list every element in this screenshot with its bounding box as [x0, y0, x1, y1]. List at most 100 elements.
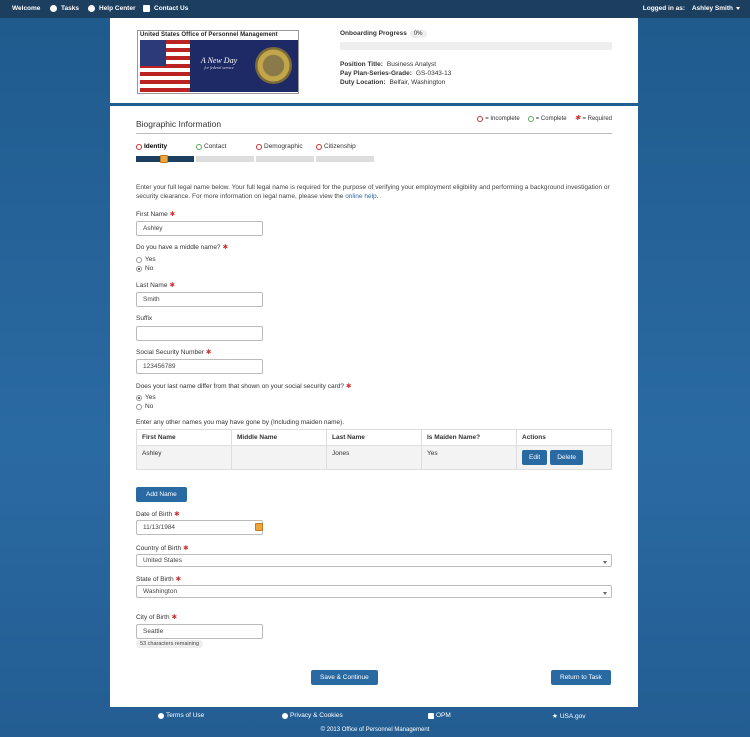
ssn-diff-no-radio[interactable]: No: [136, 403, 153, 410]
table-row: Ashley Jones Yes Edit Delete: [136, 445, 612, 470]
dob-input[interactable]: 11/13/1984: [136, 520, 263, 535]
user-name: Ashley Smith: [691, 5, 733, 12]
chevron-down-icon: [603, 592, 607, 595]
cell-first-name: Ashley: [136, 445, 232, 470]
footer-privacy-label: Privacy & Cookies: [290, 712, 343, 719]
ssn-diff-yes-radio[interactable]: Yes: [136, 394, 156, 401]
footer-terms-label: Terms of Use: [166, 712, 205, 719]
col-first-name: First Name: [136, 429, 232, 446]
dob-label: Date of Birth ✱: [136, 510, 180, 518]
cell-actions: Edit Delete: [516, 445, 612, 470]
tab-identity[interactable]: Identity: [136, 143, 196, 150]
nav-welcome[interactable]: Welcome: [12, 5, 40, 12]
progress-badge: 0%: [409, 30, 427, 38]
step-progress-bar: [136, 155, 374, 163]
suffix-input[interactable]: [136, 326, 263, 341]
tasks-icon: [50, 5, 57, 12]
save-continue-button[interactable]: Save & Continue: [311, 670, 378, 685]
nav-contact-us[interactable]: Contact Us: [143, 5, 188, 12]
required-icon: ✱: [174, 511, 180, 518]
first-name-label-text: First Name: [136, 211, 168, 218]
middle-name-no-radio[interactable]: No: [136, 265, 153, 272]
step-tabs: Identity Contact Demographic Citizenship: [136, 143, 376, 150]
city-label-text: City of Birth: [136, 614, 170, 621]
state-label: State of Birth ✱: [136, 575, 181, 583]
cell-middle-name: [231, 445, 327, 470]
nav-help-center[interactable]: Help Center: [88, 5, 135, 12]
nav-tasks[interactable]: Tasks: [50, 5, 79, 12]
radio-selected-icon: [136, 394, 142, 401]
legend-incomplete: = Incomplete: [477, 115, 520, 122]
other-names-table: First Name Middle Name Last Name Is Maid…: [136, 429, 612, 470]
logo-subtag: for federal service: [204, 65, 234, 70]
incomplete-icon: [136, 143, 142, 150]
required-icon: ✱: [345, 383, 352, 390]
building-icon: [428, 712, 434, 719]
flag-image: [140, 40, 190, 92]
tab-citizenship[interactable]: Citizenship: [316, 143, 376, 150]
duty-location-value: Belfair, Washington: [389, 79, 446, 86]
required-icon: ✱: [574, 115, 581, 122]
chevron-down-icon: [603, 561, 607, 564]
footer-opm-link[interactable]: OPM: [428, 712, 451, 719]
section-title: Biographic Information: [136, 119, 222, 129]
incomplete-icon: [256, 143, 262, 150]
divider: [136, 133, 612, 134]
online-help-link[interactable]: online help: [345, 193, 376, 200]
radio-no-label: No: [145, 265, 154, 272]
footer-usa-link[interactable]: ★ USA.gov: [552, 712, 586, 721]
col-last-name: Last Name: [326, 429, 422, 446]
dob-label-text: Date of Birth: [136, 511, 173, 518]
last-name-input[interactable]: Smith: [136, 292, 263, 307]
nav-help-label: Help Center: [99, 5, 136, 12]
other-names-label: Enter any other names you may have gone …: [136, 419, 345, 426]
ssn-label: Social Security Number ✱: [136, 348, 211, 356]
required-icon: ✱: [183, 545, 189, 552]
radio-yes-label: Yes: [145, 256, 156, 263]
complete-icon: [527, 115, 534, 122]
step-segment: [256, 156, 314, 162]
delete-button[interactable]: Delete: [550, 450, 583, 465]
seal-image: [248, 40, 298, 92]
tab-identity-label: Identity: [144, 143, 168, 150]
col-middle-name: Middle Name: [231, 429, 327, 446]
step-segment: [316, 156, 374, 162]
footer-privacy-link[interactable]: Privacy & Cookies: [282, 712, 343, 719]
ssn-label-text: Social Security Number: [136, 349, 204, 356]
step-segment: [196, 156, 254, 162]
footer-usa-label: USA.gov: [559, 712, 586, 720]
logo-tagline-panel: A New Day for federal service: [190, 40, 248, 92]
col-actions: Actions: [516, 429, 612, 446]
cell-last-name: Jones: [326, 445, 422, 470]
opm-logo: United States Office of Personnel Manage…: [137, 30, 299, 94]
tab-contact-label: Contact: [204, 143, 227, 150]
position-title-label: Position Title:: [340, 61, 383, 68]
return-to-task-button[interactable]: Return to Task: [551, 670, 611, 685]
required-icon: ✱: [171, 614, 178, 621]
calendar-icon[interactable]: [255, 523, 263, 531]
required-icon: ✱: [205, 349, 212, 356]
country-select[interactable]: United States: [136, 554, 612, 567]
state-label-text: State of Birth: [136, 576, 174, 583]
state-select[interactable]: Washington: [136, 585, 612, 598]
incomplete-icon: [477, 115, 484, 122]
legend-required-label: = Required: [582, 115, 612, 122]
tab-contact[interactable]: Contact: [196, 143, 256, 150]
city-input[interactable]: Seattle: [136, 624, 263, 639]
tab-demographic[interactable]: Demographic: [256, 143, 316, 150]
step-slider-handle[interactable]: [160, 155, 168, 163]
footer-terms-link[interactable]: Terms of Use: [158, 712, 204, 719]
first-name-input[interactable]: Ashley: [136, 221, 263, 236]
ssn-input[interactable]: 123456789: [136, 359, 263, 374]
tab-demographic-label: Demographic: [264, 143, 303, 150]
city-label: City of Birth ✱: [136, 613, 177, 621]
progress-bar: [340, 42, 612, 50]
nav-contact-label: Contact Us: [154, 5, 189, 12]
cell-maiden: Yes: [421, 445, 517, 470]
middle-name-yes-radio[interactable]: Yes: [136, 256, 156, 263]
duty-location-row: Duty Location: Belfair, Washington: [340, 79, 445, 86]
edit-button[interactable]: Edit: [522, 450, 548, 465]
add-name-button[interactable]: Add Name: [136, 487, 187, 502]
required-icon: ✱: [175, 576, 182, 583]
user-menu[interactable]: Logged in as: Ashley Smith: [643, 5, 740, 12]
